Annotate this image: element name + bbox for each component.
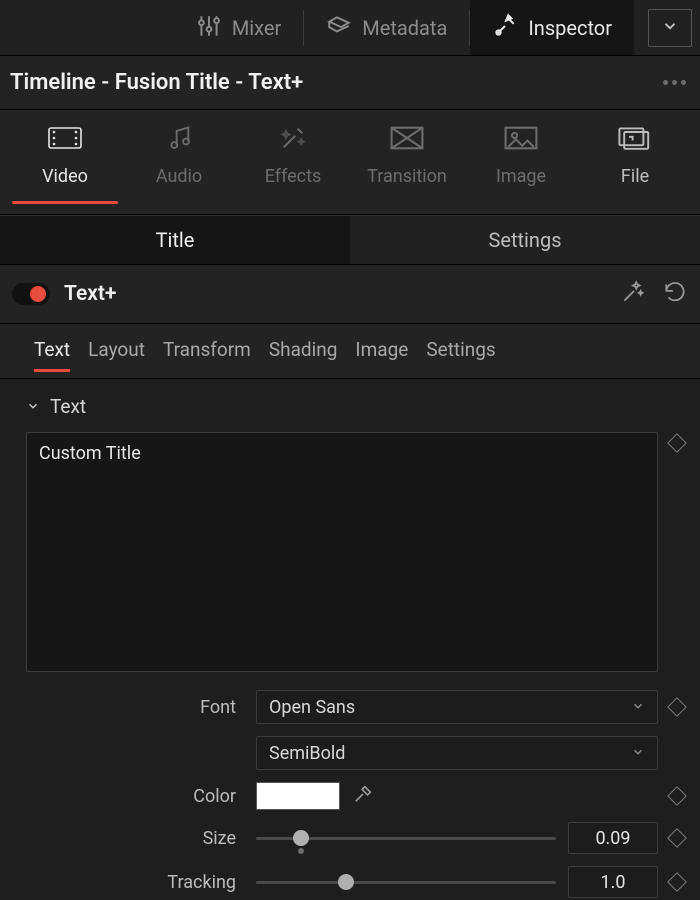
section-text-label: Text	[50, 395, 86, 418]
mixer-icon	[196, 13, 222, 43]
chevron-down-icon	[631, 743, 645, 764]
metadata-icon	[326, 13, 352, 43]
category-label: File	[621, 166, 649, 187]
tracking-label: Tracking	[0, 872, 244, 893]
image-icon	[503, 124, 539, 156]
tracking-slider[interactable]	[256, 870, 556, 894]
effect-enable-toggle[interactable]	[12, 283, 50, 305]
category-label: Effects	[265, 166, 322, 187]
category-image[interactable]: Image	[464, 110, 578, 214]
chevron-down-icon	[631, 697, 645, 718]
color-swatch[interactable]	[256, 782, 340, 810]
keyframe-diamond[interactable]	[667, 786, 687, 806]
keyframe-diamond[interactable]	[667, 433, 687, 453]
subtab-shading[interactable]: Shading	[269, 338, 338, 372]
subtab-settings[interactable]: Settings	[426, 338, 495, 372]
subtab-image[interactable]: Image	[355, 338, 408, 372]
toolbar-dropdown[interactable]	[648, 9, 692, 47]
category-label: Image	[496, 166, 546, 187]
inspector-icon	[492, 13, 518, 43]
transition-icon	[389, 124, 425, 156]
font-weight-value: SemiBold	[269, 743, 345, 764]
more-menu[interactable]	[663, 80, 686, 85]
category-audio[interactable]: Audio	[122, 110, 236, 214]
category-label: Video	[42, 166, 88, 187]
tab-title[interactable]: Title	[0, 216, 350, 264]
metadata-tab[interactable]: Metadata	[304, 0, 469, 55]
video-icon	[47, 124, 83, 156]
category-label: Audio	[156, 166, 202, 187]
category-video[interactable]: Video	[8, 110, 122, 214]
size-slider[interactable]	[256, 826, 556, 850]
clip-title: Timeline - Fusion Title - Text+	[10, 70, 303, 95]
font-family-value: Open Sans	[269, 697, 355, 718]
color-label: Color	[0, 786, 244, 807]
reset-icon[interactable]	[662, 279, 688, 309]
inspector-label: Inspector	[528, 16, 612, 40]
tab-settings[interactable]: Settings	[350, 216, 700, 264]
size-field[interactable]	[568, 822, 658, 854]
effects-icon	[275, 124, 311, 156]
section-text-header[interactable]: Text	[0, 379, 700, 428]
subtab-text[interactable]: Text	[34, 338, 70, 372]
category-transition[interactable]: Transition	[350, 110, 464, 214]
keyframe-diamond[interactable]	[667, 697, 687, 717]
file-icon	[617, 124, 653, 156]
mixer-tab[interactable]: Mixer	[174, 0, 303, 55]
mixer-label: Mixer	[232, 16, 281, 40]
audio-icon	[161, 124, 197, 156]
chevron-down-icon	[661, 17, 679, 39]
effect-name: Text+	[64, 282, 116, 306]
inspector-tab[interactable]: Inspector	[470, 0, 634, 55]
metadata-label: Metadata	[362, 16, 447, 40]
font-label: Font	[0, 697, 244, 718]
eyedropper-icon[interactable]	[352, 783, 374, 809]
magic-wand-icon[interactable]	[620, 279, 646, 309]
keyframe-diamond[interactable]	[667, 828, 687, 848]
size-label: Size	[0, 828, 244, 849]
subtab-layout[interactable]: Layout	[88, 338, 145, 372]
font-family-dropdown[interactable]: Open Sans	[256, 690, 658, 724]
keyframe-diamond[interactable]	[667, 872, 687, 892]
category-file[interactable]: File	[578, 110, 692, 214]
chevron-down-icon	[26, 395, 40, 418]
subtab-transform[interactable]: Transform	[163, 338, 251, 372]
text-input[interactable]	[26, 432, 658, 672]
font-weight-dropdown[interactable]: SemiBold	[256, 736, 658, 770]
category-effects[interactable]: Effects	[236, 110, 350, 214]
tracking-field[interactable]	[568, 866, 658, 898]
category-label: Transition	[367, 166, 447, 187]
